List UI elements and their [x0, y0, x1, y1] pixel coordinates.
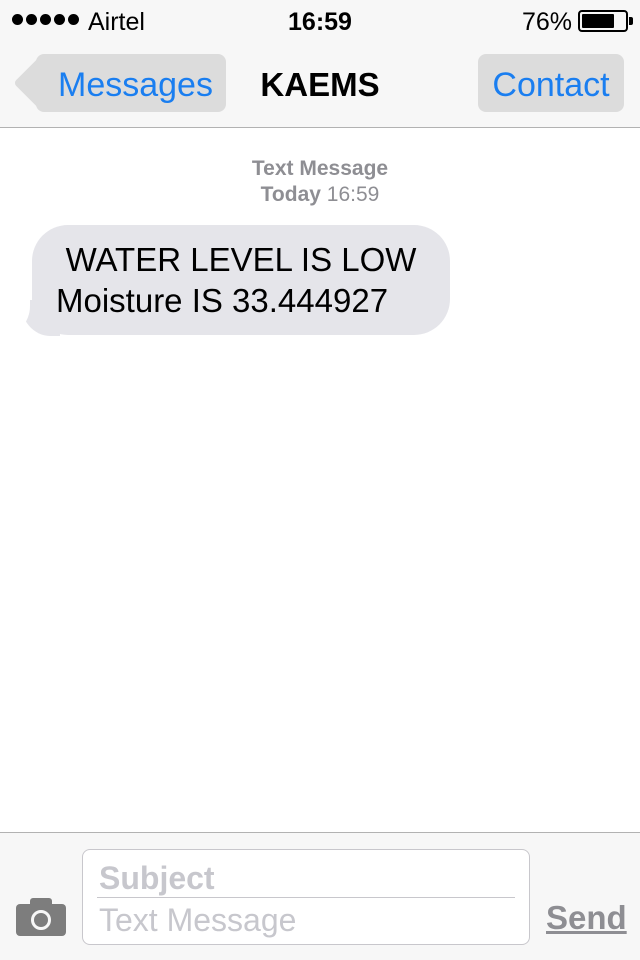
- battery-fill: [582, 14, 614, 28]
- status-bar: Airtel 16:59 76%: [0, 0, 640, 40]
- message-date-label: Today 16:59: [0, 182, 640, 208]
- camera-icon[interactable]: [16, 898, 66, 936]
- field-divider: [97, 897, 515, 898]
- message-text-line-2: Moisture IS 33.444927: [56, 282, 389, 319]
- message-time: 16:59: [326, 183, 380, 206]
- message-timestamp-header: Text Message Today 16:59: [0, 156, 640, 208]
- message-text-line-1: WATER LEVEL IS LOW: [65, 241, 417, 278]
- battery-icon: [578, 10, 628, 32]
- message-type-label: Text Message: [251, 157, 389, 180]
- text-message-input[interactable]: Text Message: [99, 902, 296, 939]
- contact-button[interactable]: Contact: [478, 54, 624, 112]
- battery-tip: [629, 17, 633, 25]
- message-input-field[interactable]: Subject Text Message: [82, 849, 530, 945]
- message-composer: Subject Text Message Send: [0, 832, 640, 960]
- send-button[interactable]: Send: [546, 899, 627, 937]
- message-day: Today: [260, 183, 321, 206]
- navigation-bar: Messages KAEMS Contact: [0, 40, 640, 128]
- subject-input[interactable]: Subject: [99, 860, 215, 897]
- battery-percent: 76%: [521, 8, 572, 36]
- contact-button-label: Contact: [492, 66, 610, 104]
